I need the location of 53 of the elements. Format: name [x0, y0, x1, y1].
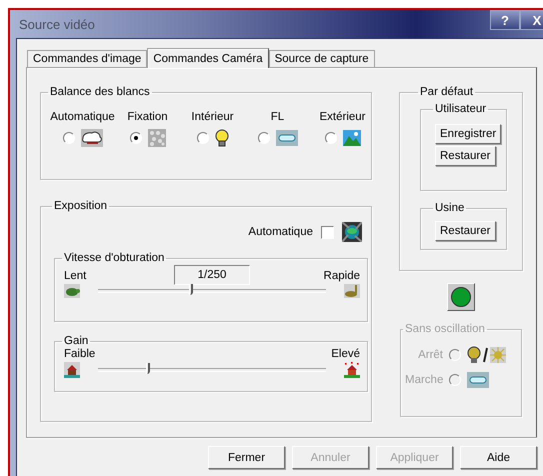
option-label: Intérieur — [191, 111, 234, 123]
house-icon — [64, 362, 80, 378]
landscape-icon — [342, 130, 360, 146]
group-title: Par défaut — [420, 86, 474, 98]
radio-button[interactable] — [130, 132, 142, 144]
turtle-icon — [64, 284, 80, 298]
tube-lamp-icon — [276, 130, 298, 146]
group-title: Vitesse d'obturation — [64, 252, 164, 264]
group-title: Balance des blancs — [50, 86, 150, 98]
radio-button[interactable] — [258, 132, 270, 144]
bulb-and-sun-icon — [467, 346, 507, 364]
dialog-button[interactable]: Fermer — [208, 446, 285, 469]
save-button[interactable]: Enregistrer — [435, 124, 502, 144]
checkbox[interactable] — [321, 226, 334, 238]
light-bulb-icon — [214, 129, 228, 147]
group-title: Gain — [64, 335, 88, 347]
min-label: Lent — [64, 270, 88, 282]
help-button[interactable]: ? — [490, 10, 520, 30]
radio-button[interactable] — [62, 132, 74, 144]
restore-button[interactable]: Restaurer — [435, 146, 496, 166]
slider-thumb[interactable] — [146, 363, 150, 374]
value-display: 1/250 — [174, 265, 250, 285]
group-title: Sans oscillation — [405, 323, 485, 335]
tab[interactable]: Commandes Caméra — [147, 48, 269, 68]
option-label: Automatique — [50, 111, 115, 123]
option-label: Fixation — [127, 111, 168, 123]
min-label: Faible — [64, 348, 96, 360]
lit-house-icon — [344, 362, 360, 378]
option-label: FL — [270, 111, 284, 123]
group-title: Exposition — [54, 200, 108, 212]
close-button[interactable]: X — [520, 10, 543, 30]
dialog-button[interactable]: Aide — [460, 446, 537, 469]
checkbox-label: Automatique — [248, 226, 313, 238]
option-label: Marche — [405, 374, 443, 386]
radio-button[interactable] — [324, 132, 336, 144]
rabbit-icon — [344, 284, 360, 298]
window-title: Source vidéo — [19, 16, 96, 32]
slider-thumb[interactable] — [189, 284, 194, 295]
option-label: Arrêt — [417, 348, 443, 360]
tab[interactable]: Source de capture — [268, 50, 375, 67]
radio-button[interactable] — [196, 132, 208, 144]
cloud-icon — [80, 129, 102, 147]
indicator-button[interactable] — [447, 283, 475, 311]
group-title: Usine — [435, 202, 464, 214]
max-label: Elevé — [331, 348, 360, 360]
tube-lamp-icon — [467, 372, 489, 388]
group-title: Utilisateur — [435, 103, 486, 115]
tab[interactable]: Commandes d'image — [27, 50, 148, 67]
noise-pattern-icon — [148, 129, 166, 147]
option-label: Extérieur — [319, 111, 366, 123]
aperture-icon — [342, 222, 362, 242]
restore-button[interactable]: Restaurer — [435, 221, 496, 241]
max-label: Rapide — [324, 270, 360, 282]
